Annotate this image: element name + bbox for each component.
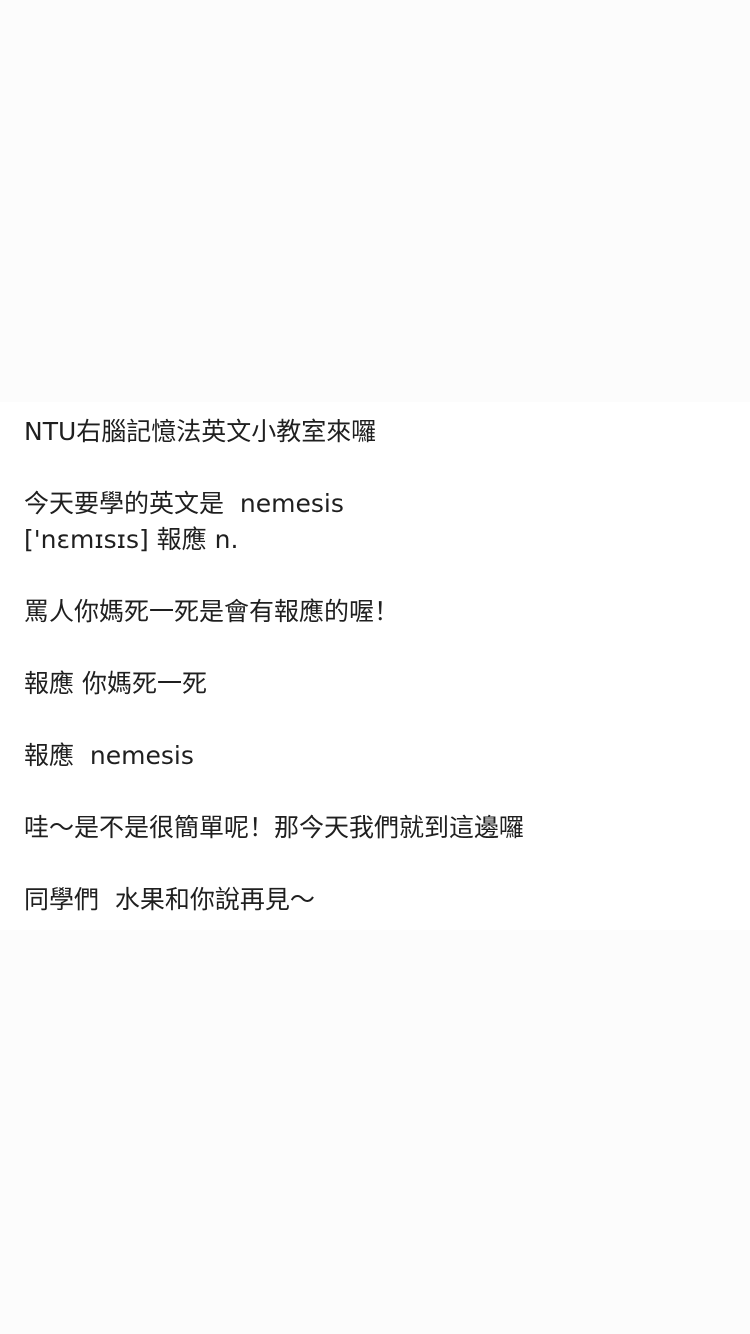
- closing-line: 哇～是不是很簡單呢！那今天我們就到這邊囉: [24, 813, 525, 842]
- post-title-line: NTU右腦記憶法英文小教室來囉: [24, 417, 377, 446]
- word-intro-line: 今天要學的英文是 nemesis: [24, 489, 344, 518]
- word-line: 報應 nemesis: [24, 741, 194, 770]
- example-sentence-line: 罵人你媽死一死是會有報應的喔！: [24, 597, 400, 626]
- pronunciation-line: ['nɛmɪsɪs] 報應 n.: [24, 525, 239, 554]
- text-post: NTU右腦記憶法英文小教室來囉 今天要學的英文是 nemesis ['nɛmɪs…: [0, 402, 750, 930]
- screen: NTU右腦記憶法英文小教室來囉 今天要學的英文是 nemesis ['nɛmɪs…: [0, 0, 750, 1334]
- mnemonic-line: 報應 你媽死一死: [24, 669, 207, 698]
- farewell-line: 同學們 水果和你說再見～: [24, 885, 315, 914]
